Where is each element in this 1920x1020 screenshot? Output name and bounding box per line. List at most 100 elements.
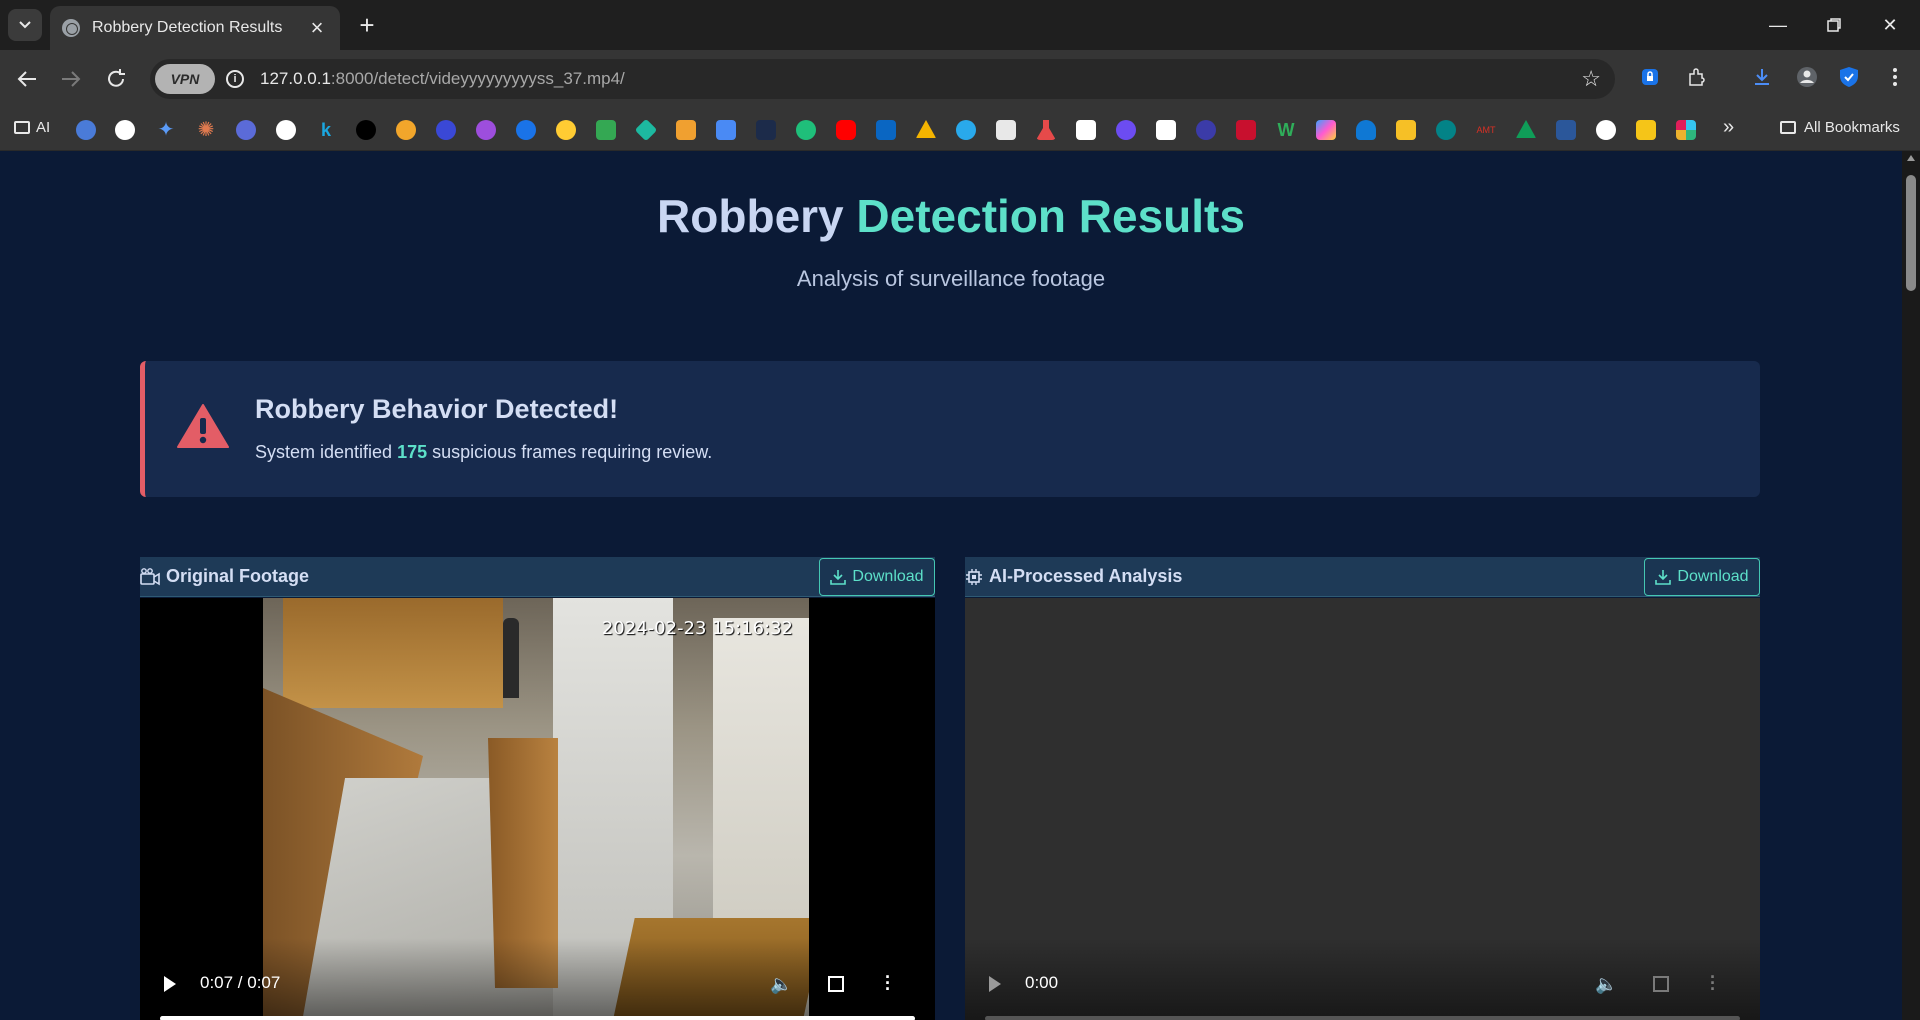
close-tab-icon[interactable]: ×: [306, 15, 328, 40]
bookmark-icon[interactable]: AMT: [1476, 120, 1496, 140]
panel-title: AI-Processed Analysis: [965, 566, 1182, 587]
seek-bar[interactable]: [160, 1016, 915, 1020]
github-icon[interactable]: [276, 120, 296, 140]
translate-icon[interactable]: [716, 120, 736, 140]
globe-icon: [62, 19, 80, 37]
bookmark-icon[interactable]: [1396, 120, 1416, 140]
bookmark-icon[interactable]: [76, 120, 96, 140]
bookmark-icon[interactable]: [676, 120, 696, 140]
detection-alert: Robbery Behavior Detected! System identi…: [140, 361, 1760, 497]
shield-icon[interactable]: [1836, 64, 1862, 90]
original-video-player[interactable]: 2024-02-23 15:16:32 0:07 / 0:07 🔈 · · ·: [140, 598, 935, 1020]
play-button[interactable]: [164, 976, 176, 992]
forward-button[interactable]: [56, 64, 86, 94]
bookmark-icon[interactable]: [1196, 120, 1216, 140]
bookmark-icon[interactable]: [356, 120, 376, 140]
video-timestamp: 2024-02-23 15:16:32: [601, 618, 793, 639]
reload-icon: [108, 69, 125, 87]
bookmark-icon[interactable]: [996, 120, 1016, 140]
browser-tab-active[interactable]: Robbery Detection Results ×: [50, 6, 340, 50]
bookmark-icon[interactable]: [236, 120, 256, 140]
close-window-button[interactable]: ✕: [1870, 10, 1910, 40]
word-icon[interactable]: [1556, 120, 1576, 140]
linkedin-icon[interactable]: [876, 120, 896, 140]
bookmark-icon[interactable]: [1236, 120, 1256, 140]
more-bookmarks-button[interactable]: »: [1723, 116, 1734, 139]
bookmark-icon[interactable]: [436, 120, 456, 140]
new-tab-button[interactable]: +: [352, 10, 382, 40]
more-options-button[interactable]: · · ·: [885, 968, 891, 998]
gemini-icon[interactable]: ✦: [156, 120, 176, 140]
all-bookmarks-label: All Bookmarks: [1804, 119, 1900, 136]
bookmark-folder-ai[interactable]: AI: [14, 119, 50, 136]
ai-processed-title: AI-Processed Analysis: [989, 566, 1183, 586]
bookmark-icon[interactable]: [756, 120, 776, 140]
address-bar[interactable]: VPN i 127.0.0.1:8000/detect/videyyyyyyyy…: [150, 59, 1615, 99]
url-text[interactable]: 127.0.0.1:8000/detect/videyyyyyyyyyss_37…: [260, 69, 625, 89]
qr-icon[interactable]: [1156, 120, 1176, 140]
drive-icon[interactable]: [916, 120, 936, 138]
processed-video-player[interactable]: 0:00 🔈 · · ·: [965, 598, 1760, 1020]
fullscreen-button[interactable]: [1653, 976, 1669, 992]
reload-button[interactable]: [101, 64, 131, 94]
bookmark-icon[interactable]: [396, 120, 416, 140]
all-bookmarks-button[interactable]: All Bookmarks: [1780, 119, 1900, 136]
bookmark-icon[interactable]: [476, 120, 496, 140]
openai-icon[interactable]: [115, 120, 135, 140]
scroll-up-arrow[interactable]: [1907, 155, 1915, 161]
slack-icon[interactable]: [1676, 120, 1696, 140]
menu-icon[interactable]: [1882, 64, 1908, 90]
bookmarks-bar: AI ✦ ✺ k W AMT » All Bookmarks: [0, 108, 1920, 151]
imdb-icon[interactable]: [1636, 120, 1656, 140]
copilot-icon[interactable]: [1316, 120, 1336, 140]
bookmark-icon[interactable]: [796, 120, 816, 140]
chevron-down-icon: [19, 21, 31, 29]
profile-icon[interactable]: [1794, 64, 1820, 90]
alert-text-after: suspicious frames requiring review.: [432, 442, 713, 462]
volume-icon[interactable]: 🔈: [1595, 974, 1617, 995]
bookmark-icon[interactable]: [634, 118, 658, 142]
bookmark-star-icon[interactable]: ☆: [1581, 66, 1601, 92]
claude-icon[interactable]: ✺: [196, 120, 216, 140]
scroll-thumb[interactable]: [1906, 175, 1916, 291]
vpn-button[interactable]: VPN: [155, 64, 215, 94]
seek-bar[interactable]: [985, 1016, 1740, 1020]
volume-icon[interactable]: 🔈: [770, 974, 792, 995]
download-original-button[interactable]: Download: [819, 558, 935, 596]
restore-icon: [1827, 18, 1841, 32]
bookmark-icon[interactable]: [516, 120, 536, 140]
extensions-icon[interactable]: [1683, 64, 1709, 90]
page-scrollbar[interactable]: [1902, 151, 1920, 1020]
fullscreen-button[interactable]: [828, 976, 844, 992]
bookmark-icon[interactable]: [1116, 120, 1136, 140]
url-path: :8000/detect/videyyyyyyyyyss_37.mp4/: [330, 69, 625, 88]
download-label: Download: [852, 568, 924, 585]
download-processed-button[interactable]: Download: [1644, 558, 1760, 596]
meet-icon[interactable]: [596, 120, 616, 140]
huggingface-icon[interactable]: [556, 120, 576, 140]
bookmark-icon[interactable]: W: [1276, 120, 1296, 140]
flask-icon[interactable]: [1036, 120, 1056, 140]
bookmark-icon[interactable]: k: [316, 120, 336, 140]
play-button[interactable]: [989, 976, 1001, 992]
bookmark-icon[interactable]: [1596, 120, 1616, 140]
page-title-part1: Robbery: [657, 190, 844, 242]
onedrive-icon[interactable]: [1356, 120, 1376, 140]
restore-button[interactable]: [1814, 10, 1854, 40]
telegram-icon[interactable]: [956, 120, 976, 140]
arrow-left-icon: [17, 71, 36, 87]
drive-icon[interactable]: [1516, 120, 1536, 138]
password-manager-icon[interactable]: [1637, 64, 1663, 90]
original-footage-title: Original Footage: [166, 566, 310, 586]
tab-search-button[interactable]: [8, 9, 42, 41]
download-icon[interactable]: [1749, 64, 1775, 90]
site-info-icon[interactable]: i: [226, 70, 244, 88]
sharepoint-icon[interactable]: [1436, 120, 1456, 140]
minimize-button[interactable]: —: [1758, 10, 1798, 40]
download-icon: [1655, 570, 1672, 585]
alert-title: Robbery Behavior Detected!: [255, 394, 619, 424]
bookmark-icon[interactable]: [1076, 120, 1096, 140]
youtube-icon[interactable]: [836, 120, 856, 140]
back-button[interactable]: [12, 64, 42, 94]
more-options-button[interactable]: · · ·: [1710, 968, 1716, 998]
